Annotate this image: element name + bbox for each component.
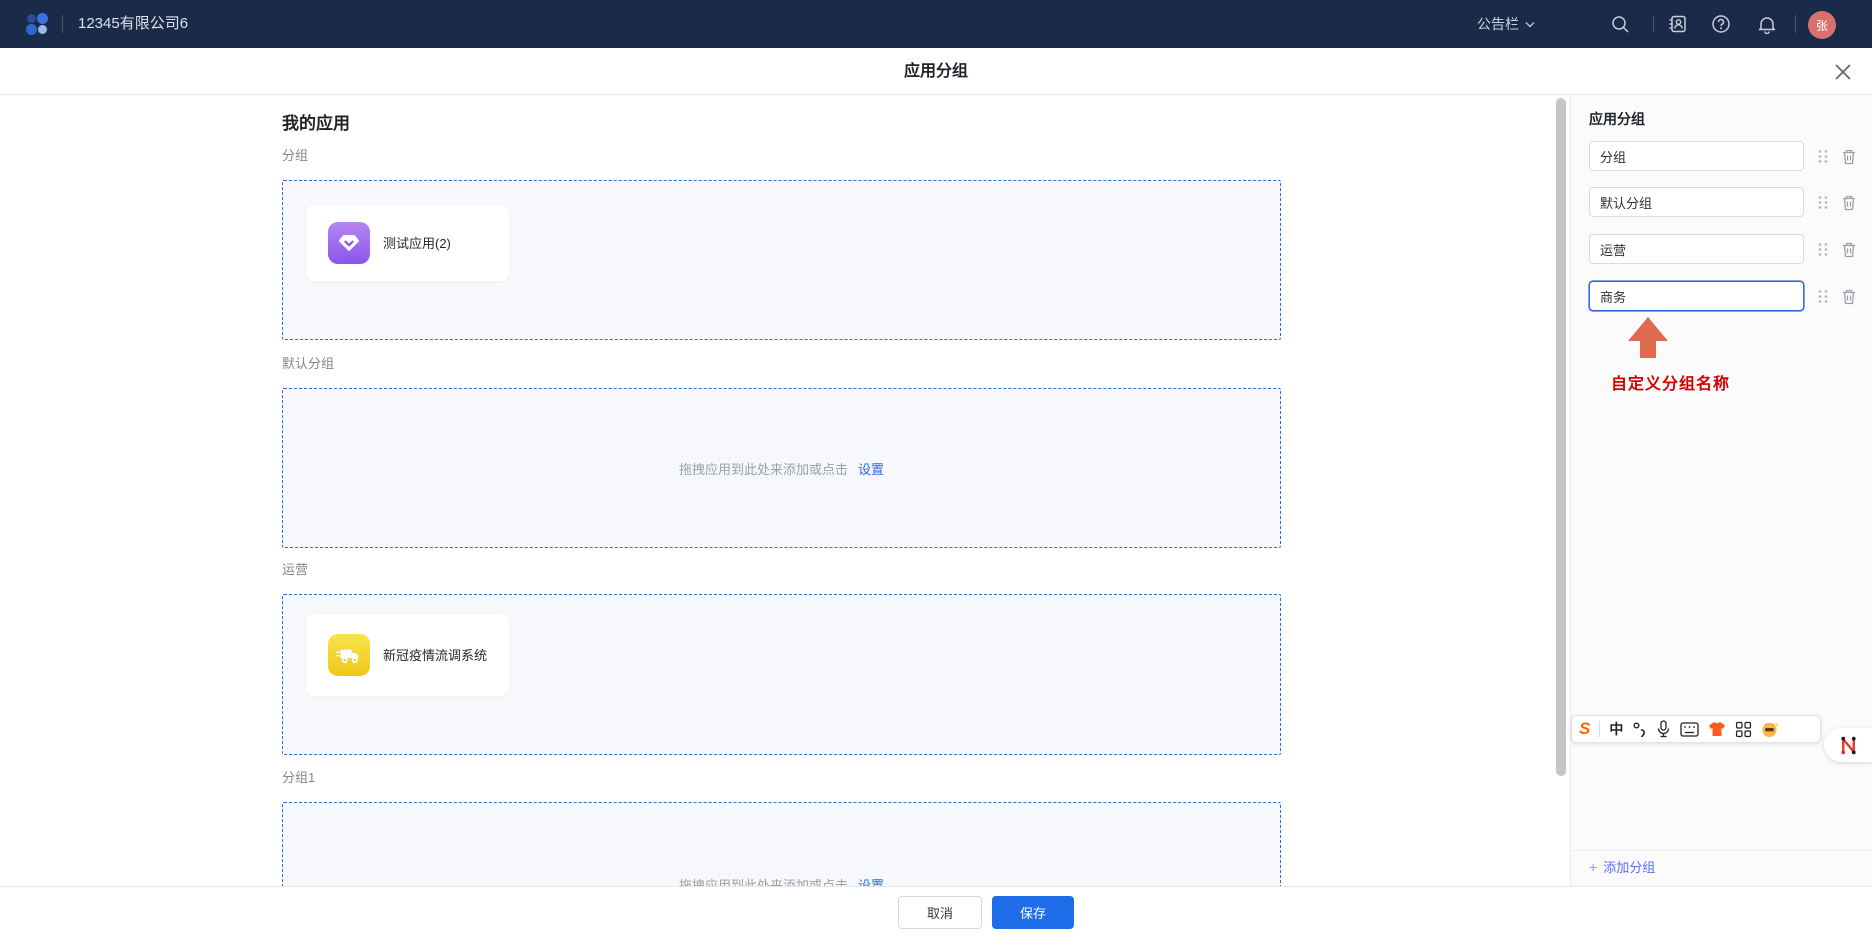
main-content: 我的应用 分组 测试应用(2) 默认分组 拖拽应用到此处来添加或点击 设置 运营 xyxy=(0,95,1570,886)
avatar-initial: 张 xyxy=(1815,18,1828,33)
chevron-down-icon xyxy=(1525,21,1535,27)
topbar-divider xyxy=(1653,15,1654,33)
skin-shirt-icon[interactable] xyxy=(1708,721,1726,737)
scrollbar-thumb[interactable] xyxy=(1556,98,1566,776)
group-dropzone[interactable]: 拖拽应用到此处来添加或点击 设置 xyxy=(282,388,1281,548)
group-input-row xyxy=(1571,234,1872,264)
add-group-button[interactable]: + 添加分组 xyxy=(1571,850,1872,884)
drag-handle-icon[interactable] xyxy=(1817,195,1829,210)
topbar-divider xyxy=(1795,15,1796,33)
bell-icon[interactable] xyxy=(1757,14,1777,34)
group-input-row xyxy=(1571,281,1872,311)
app-logo-icon[interactable] xyxy=(26,13,48,35)
group-dropzone[interactable]: 新冠疫情流调系统 xyxy=(282,594,1281,755)
floating-assistant-icon[interactable] xyxy=(1824,728,1872,762)
topbar: 12345有限公司6 公告栏 张 xyxy=(0,0,1872,48)
empty-dropzone-hint: 拖拽应用到此处来添加或点击 设置 xyxy=(283,875,1280,886)
sidebar: 应用分组 分组 默认分组 运营 商务 自定义分组名称 S 中 + 添加分组 xyxy=(1570,95,1872,886)
drag-handle-icon[interactable] xyxy=(1817,242,1829,257)
trash-icon[interactable] xyxy=(1841,194,1857,211)
group-name-input-focused[interactable] xyxy=(1589,281,1804,311)
truck-icon xyxy=(328,634,370,676)
announcement-dropdown[interactable]: 公告栏 xyxy=(1477,0,1535,48)
ime-divider xyxy=(1599,721,1601,737)
punctuation-icon[interactable] xyxy=(1632,721,1647,737)
group-name-input[interactable] xyxy=(1589,187,1804,217)
trash-icon[interactable] xyxy=(1841,148,1857,165)
modal-header: 应用分组 xyxy=(0,48,1872,95)
empty-dropzone-hint: 拖拽应用到此处来添加或点击 设置 xyxy=(283,459,1280,478)
settings-link[interactable]: 设置 xyxy=(858,875,884,886)
drag-handle-icon[interactable] xyxy=(1817,149,1829,164)
sogou-logo-icon[interactable]: S xyxy=(1579,719,1590,739)
group-dropzone[interactable]: 拖拽应用到此处来添加或点击 设置 xyxy=(282,802,1281,886)
group-name-input[interactable] xyxy=(1589,234,1804,264)
group-label: 运营 xyxy=(282,562,309,577)
cancel-button[interactable]: 取消 xyxy=(898,896,982,929)
annotation-arrow-up-icon xyxy=(1628,317,1668,358)
mascot-emoji-icon[interactable] xyxy=(1761,721,1780,738)
help-icon[interactable] xyxy=(1711,14,1731,34)
ime-toolbar: S 中 xyxy=(1571,715,1821,743)
annotation-text: 自定义分组名称 xyxy=(1611,376,1731,393)
close-icon[interactable] xyxy=(1832,61,1854,83)
add-group-label: 添加分组 xyxy=(1603,860,1656,875)
trash-icon[interactable] xyxy=(1841,241,1857,258)
trash-icon[interactable] xyxy=(1841,288,1857,305)
search-icon[interactable] xyxy=(1610,14,1630,34)
gem-icon xyxy=(328,222,370,264)
empty-hint-text: 拖拽应用到此处来添加或点击 xyxy=(678,878,848,886)
my-apps-title: 我的应用 xyxy=(282,114,350,133)
sidebar-title: 应用分组 xyxy=(1589,111,1645,127)
avatar[interactable]: 张 xyxy=(1808,11,1836,39)
plus-icon: + xyxy=(1589,859,1598,875)
save-button[interactable]: 保存 xyxy=(992,896,1074,929)
app-card[interactable]: 测试应用(2) xyxy=(306,205,509,281)
group-label: 分组1 xyxy=(282,770,316,785)
group-label: 默认分组 xyxy=(282,356,335,371)
app-name: 测试应用(2) xyxy=(383,235,451,251)
keyboard-icon[interactable] xyxy=(1680,721,1699,737)
group-input-row xyxy=(1571,187,1872,217)
group-input-row xyxy=(1571,141,1872,171)
group-name-input[interactable] xyxy=(1589,141,1804,171)
page-title: 应用分组 xyxy=(903,63,968,80)
settings-link[interactable]: 设置 xyxy=(858,459,884,478)
group-dropzone[interactable]: 测试应用(2) xyxy=(282,180,1281,340)
toolbox-grid-icon[interactable] xyxy=(1735,721,1752,738)
group-label: 分组 xyxy=(282,148,309,163)
microphone-icon[interactable] xyxy=(1656,720,1671,738)
app-name: 新冠疫情流调系统 xyxy=(383,647,488,663)
contacts-icon[interactable] xyxy=(1668,14,1688,34)
announcement-label: 公告栏 xyxy=(1477,16,1519,32)
footer-bar: 取消 保存 xyxy=(0,886,1872,935)
app-card[interactable]: 新冠疫情流调系统 xyxy=(306,614,509,696)
topbar-divider xyxy=(62,15,63,33)
company-name: 12345有限公司6 xyxy=(78,15,189,32)
drag-handle-icon[interactable] xyxy=(1817,289,1829,304)
empty-hint-text: 拖拽应用到此处来添加或点击 xyxy=(678,461,848,477)
ime-chinese-mode[interactable]: 中 xyxy=(1609,719,1623,739)
